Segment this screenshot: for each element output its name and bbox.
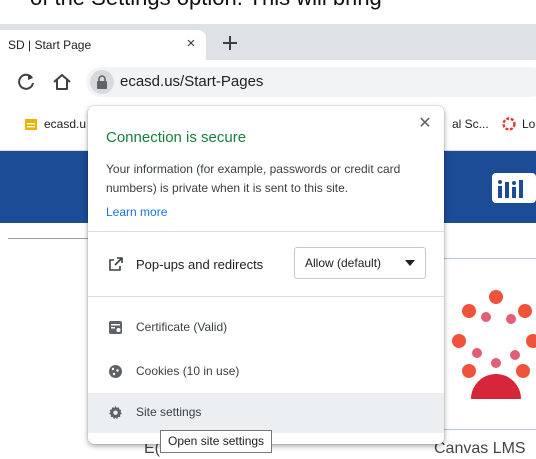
certificate-row[interactable]: Certificate (Valid) <box>88 308 444 348</box>
instruction-text-fragment: of the Settings option. This will bring <box>0 0 536 10</box>
permission-select-value: Allow (default) <box>305 256 382 270</box>
chevron-down-icon <box>405 260 415 266</box>
popup-title: Connection is secure <box>106 129 247 146</box>
canvas-lms-card[interactable] <box>436 258 536 430</box>
plus-icon[interactable] <box>220 33 240 53</box>
canvas-lms-logo <box>452 290 536 399</box>
reload-icon[interactable] <box>14 70 38 94</box>
browser-tab[interactable]: SD | Start Page × <box>0 30 206 60</box>
cookie-icon <box>109 365 122 378</box>
bookmark-label: Lo <box>522 117 536 131</box>
bookmark-ecasd[interactable]: ecasd.u <box>24 117 86 131</box>
folder-icon <box>25 119 37 130</box>
permission-label: Pop-ups and redirects <box>136 257 264 272</box>
bookmark-label: ecasd.u <box>44 117 87 131</box>
home-icon[interactable] <box>50 70 74 94</box>
url-text: ecasd.us/Start-Pages <box>120 73 264 90</box>
site-settings-tooltip: Open site settings <box>160 430 273 453</box>
bookmark-school[interactable]: al Sc... <box>452 117 489 131</box>
lock-icon <box>97 75 107 89</box>
popups-permission-row: Pop-ups and redirects Allow (default) <box>88 241 444 291</box>
cookies-label: Cookies (10 in use) <box>136 364 240 378</box>
page-divider <box>8 238 92 239</box>
gear-icon <box>109 405 122 420</box>
certificate-icon <box>109 321 122 334</box>
canvas-lms-label[interactable]: Canvas LMS <box>434 440 526 458</box>
popup-description: Your information (for example, passwords… <box>106 162 401 195</box>
certificate-label: Certificate (Valid) <box>136 320 228 334</box>
site-info-popup: ✕ Connection is secure Your information … <box>88 106 444 444</box>
browser-toolbar: ecasd.us/Start-Pages <box>0 60 536 104</box>
address-bar[interactable]: ecasd.us/Start-Pages <box>86 67 536 97</box>
tab-title: SD | Start Page <box>8 38 92 52</box>
site-settings-label: Site settings <box>136 405 202 419</box>
close-icon[interactable]: ✕ <box>415 114 435 134</box>
bookmark-label: al Sc... <box>452 117 489 131</box>
district-logo-mark <box>498 180 523 198</box>
canvas-logo-icon <box>502 117 516 131</box>
learn-more-link[interactable]: Learn more <box>106 205 167 219</box>
screenshot-root: of the Settings option. This will bring … <box>0 0 536 459</box>
cookies-row[interactable]: Cookies (10 in use) <box>88 352 444 392</box>
tab-strip: SD | Start Page × <box>0 24 536 60</box>
site-settings-row[interactable]: Site settings <box>88 393 444 433</box>
bookmark-canvas[interactable]: Lo <box>502 117 535 131</box>
tab-close-button[interactable]: × <box>182 35 200 53</box>
district-logo[interactable] <box>492 173 536 203</box>
popups-permission-select[interactable]: Allow (default) <box>294 247 426 279</box>
site-info-button[interactable] <box>90 70 114 94</box>
popup-divider <box>88 296 444 297</box>
external-link-icon <box>109 257 123 271</box>
popup-divider <box>88 231 444 232</box>
